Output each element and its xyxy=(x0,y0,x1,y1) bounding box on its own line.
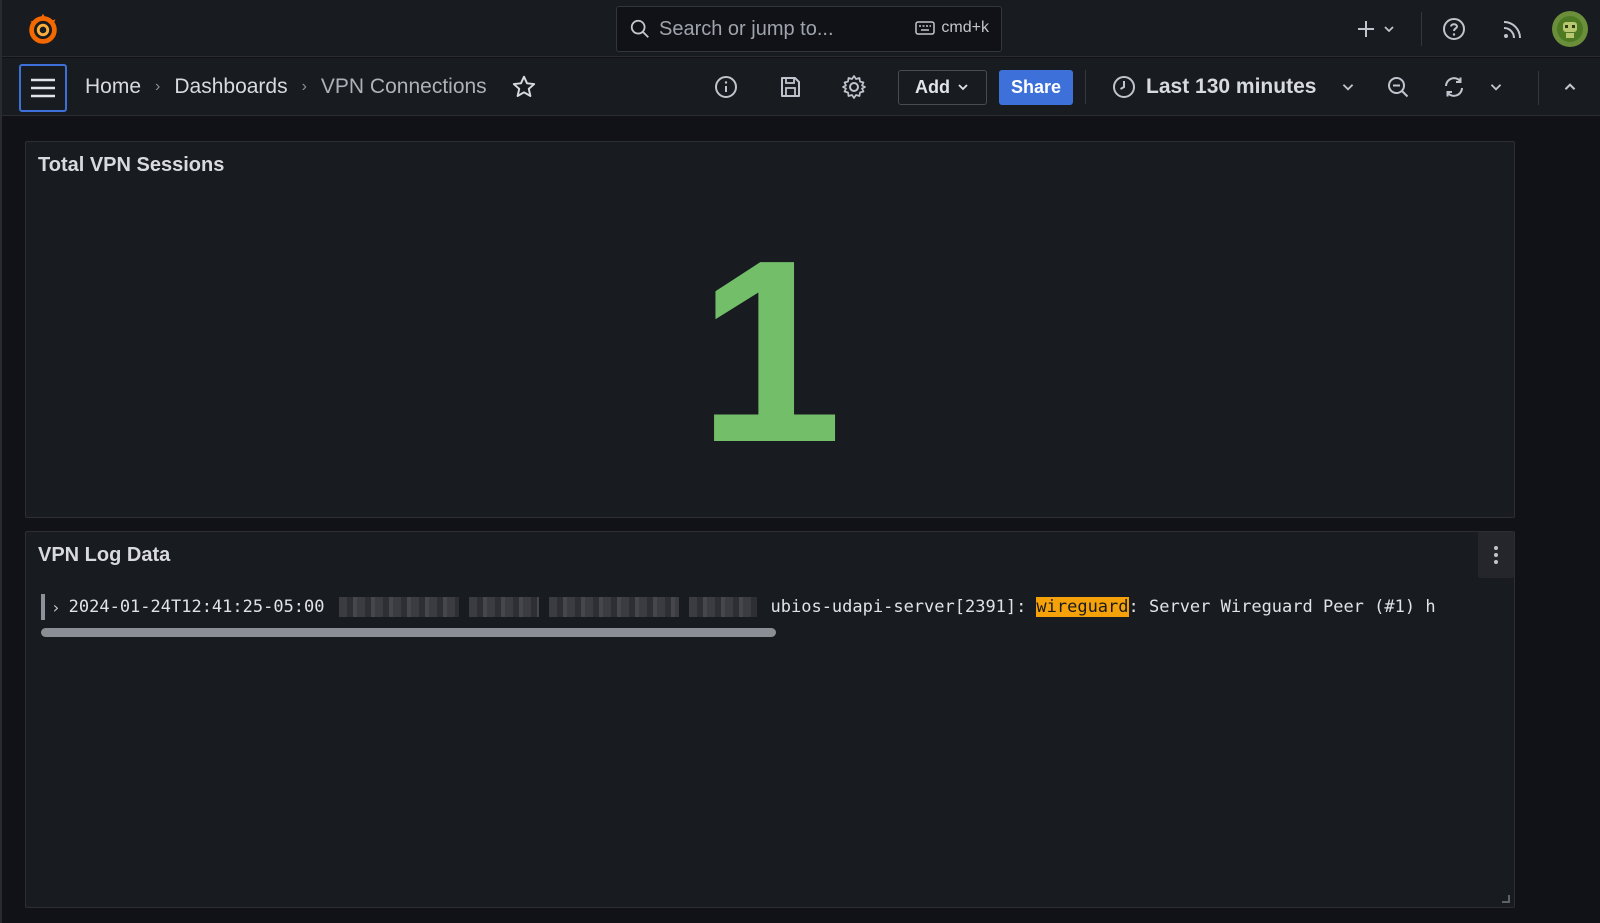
chevron-down-icon xyxy=(1343,84,1354,91)
search-bar[interactable]: Search or jump to... cmd+k xyxy=(616,6,1002,52)
divider xyxy=(1085,70,1087,104)
grafana-logo[interactable] xyxy=(24,10,62,48)
dashboard-actions: Add Share Last 130 minutes xyxy=(702,58,1530,116)
breadcrumb-current: VPN Connections xyxy=(320,75,487,98)
dashboard-settings-button[interactable] xyxy=(830,67,878,107)
breadcrumb-dashboards[interactable]: Dashboards xyxy=(174,75,287,99)
collapse-button[interactable] xyxy=(1548,67,1592,107)
dashboard-info-button[interactable] xyxy=(702,67,750,107)
log-level-indicator xyxy=(41,594,45,620)
breadcrumb: Home › Dashboards › VPN Connections xyxy=(85,58,537,116)
time-range-label: Last 130 minutes xyxy=(1146,75,1317,98)
top-bar: Search or jump to... cmd+k xyxy=(2,0,1600,57)
panel-title: VPN Log Data xyxy=(38,544,171,566)
add-button[interactable]: Add xyxy=(898,69,987,105)
stat-panel[interactable]: Total VPN Sessions 1 xyxy=(25,141,1515,518)
refresh-interval-button[interactable] xyxy=(1478,67,1514,107)
refresh-button[interactable] xyxy=(1430,67,1478,107)
search-placeholder: Search or jump to... xyxy=(659,17,834,40)
zoom-out-button[interactable] xyxy=(1374,67,1422,107)
profile-button[interactable] xyxy=(1540,9,1600,49)
log-timestamp: 2024-01-24T12:41:25-05:00 xyxy=(68,597,325,617)
redacted-text xyxy=(338,597,757,617)
star-icon[interactable] xyxy=(511,74,537,100)
chevron-down-icon xyxy=(1491,84,1502,91)
divider xyxy=(1538,71,1539,105)
topbar-actions xyxy=(1345,0,1600,57)
help-button[interactable] xyxy=(1422,9,1486,49)
gear-icon xyxy=(842,75,866,99)
panel-menu-button[interactable] xyxy=(1478,532,1514,578)
search-icon xyxy=(630,19,649,38)
add-label: Add xyxy=(915,76,950,97)
shortcut-label: cmd+k xyxy=(941,19,989,36)
menu-button[interactable] xyxy=(19,64,67,112)
chevron-right-icon: › xyxy=(155,78,161,95)
logs-panel[interactable]: VPN Log Data › 2024-01-24T12:41:25-05:00… xyxy=(25,531,1515,908)
info-icon xyxy=(715,76,737,98)
zoom-out-icon xyxy=(1388,77,1409,98)
log-row[interactable]: › 2024-01-24T12:41:25-05:00 ubios-udapi-… xyxy=(41,593,1501,621)
more-vertical-icon xyxy=(1494,546,1498,564)
chevron-down-icon xyxy=(958,84,968,91)
rss-icon xyxy=(1503,20,1521,38)
keyboard-shortcut: cmd+k xyxy=(915,19,989,37)
stat-value: 1 xyxy=(697,207,843,497)
user-avatar-icon xyxy=(1557,15,1583,42)
chevron-right-icon: › xyxy=(301,78,307,95)
avatar xyxy=(1552,10,1588,47)
panel-title: Total VPN Sessions xyxy=(38,154,225,176)
left-edge xyxy=(0,0,2,923)
dashboard-nav: Home › Dashboards › VPN Connections Add … xyxy=(2,58,1600,116)
log-source: ubios-udapi-server[2391]: xyxy=(770,597,1027,617)
help-icon xyxy=(1443,17,1465,40)
log-search-highlight: wireguard xyxy=(1036,597,1129,617)
breadcrumb-home[interactable]: Home xyxy=(85,75,141,99)
clock-icon xyxy=(1113,76,1136,98)
chevron-up-icon xyxy=(1564,83,1576,91)
log-message: : Server Wireguard Peer (#1) h xyxy=(1128,597,1436,617)
news-button[interactable] xyxy=(1486,9,1540,49)
keyboard-icon xyxy=(915,21,936,35)
horizontal-scrollbar[interactable] xyxy=(41,628,776,637)
resize-handle[interactable] xyxy=(1502,895,1510,903)
chevron-right-icon[interactable]: › xyxy=(51,598,61,617)
hamburger-icon xyxy=(31,78,55,98)
plus-icon xyxy=(1358,20,1374,37)
new-button[interactable] xyxy=(1345,9,1407,49)
chevron-down-icon xyxy=(1384,25,1394,32)
time-range-picker[interactable]: Last 130 minutes xyxy=(1112,75,1356,99)
save-icon xyxy=(781,77,800,97)
save-dashboard-button[interactable] xyxy=(766,67,814,107)
refresh-icon xyxy=(1445,77,1464,97)
share-button[interactable]: Share xyxy=(999,69,1074,105)
